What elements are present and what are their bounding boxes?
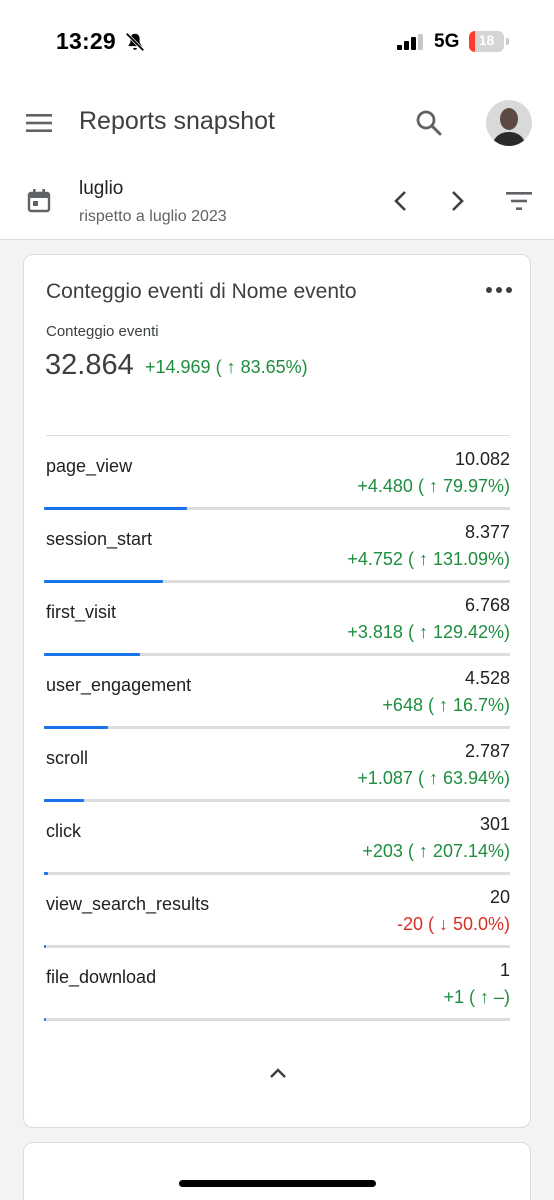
event-change: +648 ( ↑ 16.7%) bbox=[382, 695, 510, 715]
event-name: scroll bbox=[46, 748, 89, 768]
event-count: 20 bbox=[489, 887, 510, 907]
events-card: Conteggio eventi di Nome evento Conteggi… bbox=[23, 254, 531, 1128]
search-icon[interactable] bbox=[414, 108, 444, 138]
filter-icon[interactable] bbox=[504, 188, 534, 214]
status-time: 13:29 bbox=[56, 28, 116, 54]
event-change: +4.752 ( ↑ 131.09%) bbox=[347, 549, 510, 569]
event-name: first_visit bbox=[46, 602, 117, 622]
event-count: 301 bbox=[479, 814, 510, 834]
chevron-right-icon[interactable] bbox=[444, 188, 470, 214]
table-row[interactable]: file_download 1 +1 ( ↑ –) bbox=[24, 947, 532, 1021]
event-change: +3.818 ( ↑ 129.42%) bbox=[347, 622, 510, 642]
chevron-up-icon[interactable] bbox=[266, 1061, 290, 1085]
menu-icon[interactable] bbox=[24, 108, 54, 138]
battery-level: 18 bbox=[478, 32, 495, 48]
metric-change: +14.969 ( ↑ 83.65%) bbox=[145, 357, 308, 377]
metric-label: Conteggio eventi bbox=[46, 323, 159, 340]
event-count: 4.528 bbox=[464, 668, 510, 688]
battery-icon: 18 bbox=[469, 31, 509, 52]
event-change: +1 ( ↑ –) bbox=[443, 987, 510, 1007]
table-row[interactable]: first_visit 6.768 +3.818 ( ↑ 129.42%) bbox=[24, 582, 532, 656]
table-row[interactable]: scroll 2.787 +1.087 ( ↑ 63.94%) bbox=[24, 728, 532, 802]
chevron-left-icon[interactable] bbox=[388, 188, 414, 214]
battery-tip bbox=[506, 38, 509, 45]
calendar-icon bbox=[27, 189, 51, 213]
table-row[interactable]: click 301 +203 ( ↑ 207.14%) bbox=[24, 801, 532, 875]
avatar[interactable] bbox=[486, 100, 532, 146]
event-change: -20 ( ↓ 50.0%) bbox=[396, 914, 510, 934]
home-indicator[interactable] bbox=[179, 1180, 376, 1187]
date-range-comparison: rispetto a luglio 2023 bbox=[79, 208, 227, 225]
table-row[interactable]: session_start 8.377 +4.752 ( ↑ 131.09%) bbox=[24, 509, 532, 583]
table-row[interactable]: view_search_results 20 -20 ( ↓ 50.0%) bbox=[24, 874, 532, 948]
date-range-period[interactable]: luglio bbox=[79, 178, 123, 200]
event-change: +203 ( ↑ 207.14%) bbox=[362, 841, 510, 861]
bell-off-icon bbox=[125, 32, 145, 52]
event-name: click bbox=[46, 821, 81, 841]
table-row[interactable]: user_engagement 4.528 +648 ( ↑ 16.7%) bbox=[24, 655, 532, 729]
event-name: page_view bbox=[46, 456, 133, 476]
network-label: 5G bbox=[434, 31, 460, 52]
event-bar-track bbox=[44, 1018, 510, 1021]
event-change: +1.087 ( ↑ 63.94%) bbox=[357, 768, 510, 788]
event-name: user_engagement bbox=[46, 675, 192, 695]
event-count: 8.377 bbox=[464, 522, 510, 542]
avatar-image bbox=[486, 100, 532, 146]
signal-icon bbox=[397, 34, 423, 50]
event-count: 1 bbox=[499, 960, 510, 980]
event-list: page_view 10.082 +4.480 ( ↑ 79.97%) session… bbox=[24, 436, 532, 1021]
metric-value: 32.864 bbox=[45, 349, 134, 381]
event-count: 6.768 bbox=[464, 595, 510, 615]
event-name: view_search_results bbox=[46, 894, 210, 914]
card-title: Conteggio eventi di Nome evento bbox=[46, 280, 357, 303]
app-bar: Reports snapshot luglio rispetto a lugli… bbox=[0, 80, 554, 240]
status-bar: 13:29 5G 18 bbox=[0, 0, 554, 80]
event-count: 10.082 bbox=[454, 449, 510, 469]
event-name: session_start bbox=[46, 529, 153, 549]
table-row[interactable]: page_view 10.082 +4.480 ( ↑ 79.97%) bbox=[24, 436, 532, 510]
event-bar bbox=[44, 1018, 46, 1021]
event-name: file_download bbox=[46, 967, 157, 987]
event-count: 2.787 bbox=[464, 741, 510, 761]
battery-body: 18 bbox=[469, 31, 504, 52]
page-title: Reports snapshot bbox=[79, 107, 275, 135]
more-options-icon[interactable] bbox=[484, 285, 514, 295]
event-change: +4.480 ( ↑ 79.97%) bbox=[357, 476, 510, 496]
next-card bbox=[23, 1142, 531, 1200]
